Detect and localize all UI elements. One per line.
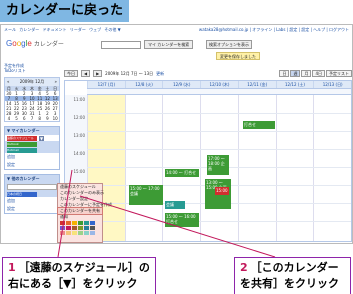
callout-step-1: 1 ［遠藤のスケジュール］の 右にある［▼］をクリック: [2, 257, 156, 294]
callout-step-2: 2 ［このカレンダー を共有］をクリック: [234, 257, 351, 294]
callout-number: 2: [240, 261, 248, 274]
callout-text: 右にある［▼］をクリック: [8, 277, 138, 290]
callout-number: 1: [8, 261, 16, 274]
callout-line-1: [57, 169, 73, 258]
callout-lines: [57, 169, 276, 258]
callout-text: ［このカレンダー: [250, 261, 339, 274]
callout-text: を共有］をクリック: [240, 277, 339, 290]
callout-text: ［遠藤のスケジュール］の: [18, 261, 150, 274]
callout-line-2: [79, 195, 276, 258]
